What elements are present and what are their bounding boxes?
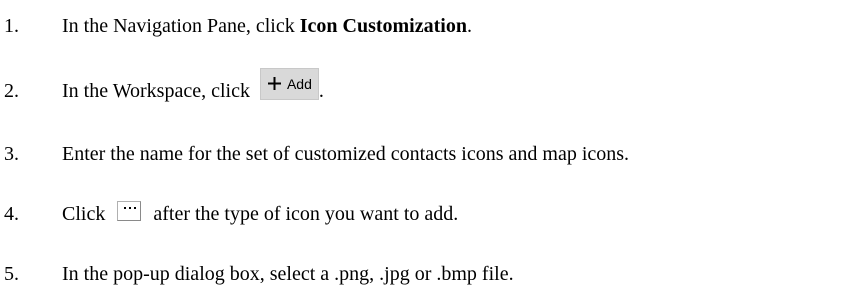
step-text: In the pop-up dialog box, select a .png,…	[62, 262, 514, 285]
step-text-before: Click	[62, 202, 106, 225]
step-number: 1.	[4, 14, 19, 37]
ellipsis-icon	[124, 207, 137, 209]
plus-icon	[267, 72, 282, 96]
step-number: 3.	[4, 142, 19, 165]
step-text-after: .	[318, 79, 324, 102]
step-number: 4.	[4, 202, 19, 225]
step-text-bold: Icon Customization	[299, 14, 467, 37]
browse-button[interactable]	[117, 201, 142, 221]
step-text-after: after the type of icon you want to add.	[153, 202, 459, 225]
step-number: 2.	[4, 79, 19, 102]
step-text-after: .	[466, 14, 472, 37]
step-text: In the Workspace, click Add .	[62, 68, 324, 107]
add-button[interactable]: Add	[259, 68, 319, 100]
step-text-before: In the Navigation Pane, click	[62, 14, 300, 37]
step-text: Enter the name for the set of customized…	[62, 142, 630, 165]
step-number: 5.	[4, 262, 19, 285]
step-text-before: In the Workspace, click	[62, 79, 250, 102]
add-button-label: Add	[286, 76, 312, 92]
step-text: Click after the type of icon you want to…	[62, 201, 459, 226]
step-text: In the Navigation Pane, click Icon Custo…	[62, 15, 472, 38]
